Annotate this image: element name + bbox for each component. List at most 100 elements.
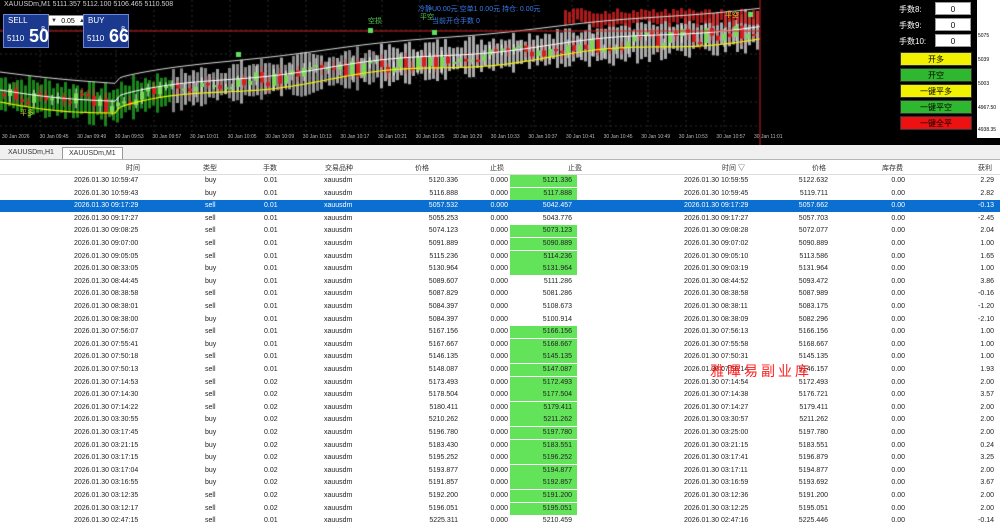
cell-close-price: 5197.780	[798, 429, 828, 436]
close-all-short-button[interactable]: 一键平空	[900, 100, 972, 114]
open-short-button[interactable]: 开空	[900, 68, 972, 82]
cell-open-time: 2026.01.30 03:30:55	[74, 416, 139, 424]
cell-profit: 2.00	[980, 504, 994, 512]
cell-close-time: 2026.01.30 08:44:52	[684, 277, 749, 285]
table-row[interactable]: 2026.01.30 03:16:55 buy 0.02 xauusdm 5191.85…	[0, 477, 1000, 490]
cell-type: sell	[205, 391, 216, 399]
cell-open-price: 5173.493	[428, 378, 458, 386]
table-row[interactable]: 2026.01.30 08:44:45 buy 0.01 xauusdm 5089.60…	[0, 276, 1000, 288]
table-row[interactable]: 2026.01.30 07:14:22 sell 0.02 xauusdm 5180.4…	[0, 401, 1000, 414]
table-row[interactable]: 2026.01.30 08:38:00 buy 0.01 xauusdm 5084.39…	[0, 314, 1000, 326]
cell-type: buy	[205, 429, 217, 436]
table-row[interactable]: 2026.01.30 08:33:05 buy 0.01 xauusdm 5130.96…	[0, 263, 1000, 276]
table-row[interactable]: 2026.01.30 07:56:07 sell 0.01 xauusdm 5167.1…	[0, 326, 1000, 339]
column-header-volume[interactable]: 手数	[263, 163, 277, 173]
lots-8-input[interactable]: 0	[935, 2, 971, 15]
sort-desc-icon[interactable]: ▽	[738, 165, 745, 172]
tab-xauusdm-h1[interactable]: XAUUSDm,H1	[2, 147, 60, 159]
table-row[interactable]: 2026.01.30 07:14:53 sell 0.02 xauusdm 5173.4…	[0, 376, 1000, 389]
cell-close-time: 2026.01.30 03:17:11	[684, 466, 748, 474]
time-axis: 30 Jan 2026 30 Jan 09:45 30 Jan 09:49 30 Ja…	[0, 132, 783, 144]
cell-profit: 2.82	[980, 189, 994, 197]
table-row[interactable]: 2026.01.30 09:05:05 sell 0.01 xauusdm 5115.2…	[0, 250, 1000, 263]
cell-close-price: 5193.692	[798, 479, 828, 487]
tab-xauusdm-m1[interactable]: XAUUSDm,M1	[62, 147, 123, 159]
close-all-long-button[interactable]: 一键平多	[900, 84, 972, 98]
lots-9-input[interactable]: 0	[935, 18, 971, 31]
column-header-open-price[interactable]: 价格	[415, 163, 429, 173]
cell-open-time: 2026.01.30 08:38:01	[74, 303, 139, 310]
cell-take-profit: 5081.286	[542, 290, 572, 298]
table-row[interactable]: 2026.01.30 07:50:18 sell 0.01 xauusdm 5146.1…	[0, 351, 1000, 364]
table-row[interactable]: 2026.01.30 02:47:15 sell 0.01 xauusdm 5225.3…	[0, 515, 1000, 527]
cell-symbol: xauusdm	[324, 189, 353, 197]
cell-take-profit: 5100.914	[542, 315, 572, 323]
cell-close-time: 2026.01.30 07:14:27	[684, 403, 749, 411]
column-header-close-time[interactable]: 时间 ▽	[722, 163, 745, 173]
table-row[interactable]: 2026.01.30 03:17:45 buy 0.02 xauusdm 5196.78…	[0, 427, 1000, 439]
column-header-time[interactable]: 时间	[126, 163, 140, 173]
cell-open-price: 5193.877	[428, 466, 458, 474]
table-row[interactable]: 2026.01.30 08:38:01 sell 0.01 xauusdm 5084.3…	[0, 301, 1000, 313]
table-row[interactable]: 2026.01.30 09:17:27 sell 0.01 xauusdm 5055.2…	[0, 213, 1000, 225]
table-row[interactable]: 2026.01.30 03:12:35 sell 0.02 xauusdm 5192.2…	[0, 490, 1000, 502]
cell-swap: 0.00	[891, 265, 905, 273]
lot-decrease-icon[interactable]: ▼	[51, 16, 57, 27]
cell-take-profit: 5192.857	[542, 479, 572, 487]
cell-stop-loss: 0.000	[490, 265, 508, 273]
lots-10-input[interactable]: 0	[935, 34, 971, 47]
chart-annotation-marker: 空损	[368, 18, 382, 25]
cell-volume: 0.01	[264, 202, 278, 210]
table-row-selected[interactable]: 2026.01.30 09:17:29 sell 0.01 xauusdm 5057.5…	[0, 200, 1000, 213]
lot-size-input[interactable]: ▼ 0.05 ▲	[48, 15, 88, 26]
column-header-swap[interactable]: 库存费	[882, 163, 903, 173]
buy-button[interactable]: BUY 5110 66 8	[83, 14, 129, 48]
sell-button[interactable]: SELL 5110 50 8	[3, 14, 49, 48]
cell-swap: 0.00	[891, 214, 905, 222]
cell-volume: 0.01	[264, 265, 278, 273]
table-row[interactable]: 2026.01.30 03:12:17 sell 0.02 xauusdm 5196.0…	[0, 502, 1000, 515]
column-header-symbol[interactable]: 交易品种	[325, 163, 353, 173]
table-row[interactable]: 2026.01.30 07:14:30 sell 0.02 xauusdm 5178.5…	[0, 389, 1000, 402]
cell-profit: 2.00	[980, 466, 994, 474]
cell-close-price: 5194.877	[798, 466, 828, 474]
table-row[interactable]: 2026.01.30 03:17:15 buy 0.02 xauusdm 5195.25…	[0, 452, 1000, 465]
column-header-close-price[interactable]: 价格	[812, 163, 826, 173]
column-header-stop-loss[interactable]: 止损	[490, 163, 504, 173]
column-header-type[interactable]: 类型	[203, 163, 217, 173]
chart-area[interactable]: XAUUSDm,M1 5111.357 5112.100 5106.465 51…	[0, 0, 1000, 145]
table-row[interactable]: 2026.01.30 10:59:47 buy 0.01 xauusdm 5120.33…	[0, 175, 1000, 187]
cell-symbol: xauusdm	[324, 504, 353, 512]
table-row[interactable]: 2026.01.30 03:21:15 buy 0.02 xauusdm 5183.43…	[0, 439, 1000, 452]
table-row[interactable]: 2026.01.30 09:08:25 sell 0.01 xauusdm 5074.1…	[0, 225, 1000, 238]
cell-close-time: 2026.01.30 08:38:09	[684, 315, 749, 323]
price-scale[interactable]: 5075 5039 5003 4967.50 4938.35	[977, 0, 1000, 138]
table-row[interactable]: 2026.01.30 07:55:41 buy 0.01 xauusdm 5167.66…	[0, 338, 1000, 351]
table-row[interactable]: 2026.01.30 07:50:13 sell 0.01 xauusdm 5148.0…	[0, 364, 1000, 376]
cell-stop-loss: 0.000	[490, 202, 508, 210]
cell-profit: -0.16	[978, 290, 994, 298]
time-tick: 30 Jan 10:45	[603, 134, 633, 140]
table-row[interactable]: 2026.01.30 03:30:55 buy 0.02 xauusdm 5210.26…	[0, 414, 1000, 427]
cell-profit: -0.13	[978, 202, 994, 210]
column-header-take-profit[interactable]: 止盈	[568, 163, 582, 173]
open-long-button[interactable]: 开多	[900, 52, 972, 66]
cell-volume: 0.01	[264, 290, 278, 298]
close-all-button[interactable]: 一键全平	[900, 116, 972, 130]
column-header-profit[interactable]: 获利	[978, 163, 992, 173]
cell-swap: 0.00	[891, 479, 905, 487]
cell-swap: 0.00	[891, 353, 905, 361]
cell-profit: 1.00	[980, 265, 994, 273]
table-row[interactable]: 2026.01.30 09:07:00 sell 0.01 xauusdm 5091.8…	[0, 238, 1000, 250]
cell-symbol: xauusdm	[324, 227, 353, 235]
cell-close-time: 2026.01.30 09:05:10	[684, 252, 749, 260]
table-row[interactable]: 2026.01.30 08:38:58 sell 0.01 xauusdm 5087.8…	[0, 288, 1000, 300]
cell-close-time: 2026.01.30 09:07:02	[684, 240, 749, 247]
table-row[interactable]: 2026.01.30 03:17:04 buy 0.02 xauusdm 5193.87…	[0, 464, 1000, 477]
cell-close-time: 2026.01.30 03:21:15	[684, 441, 749, 449]
cell-take-profit: 5073.123	[542, 227, 572, 235]
cell-symbol: xauusdm	[324, 353, 353, 361]
cell-type: buy	[205, 479, 217, 487]
cell-take-profit: 5172.493	[542, 378, 572, 386]
table-row[interactable]: 2026.01.30 10:59:43 buy 0.01 xauusdm 5116.88…	[0, 187, 1000, 200]
